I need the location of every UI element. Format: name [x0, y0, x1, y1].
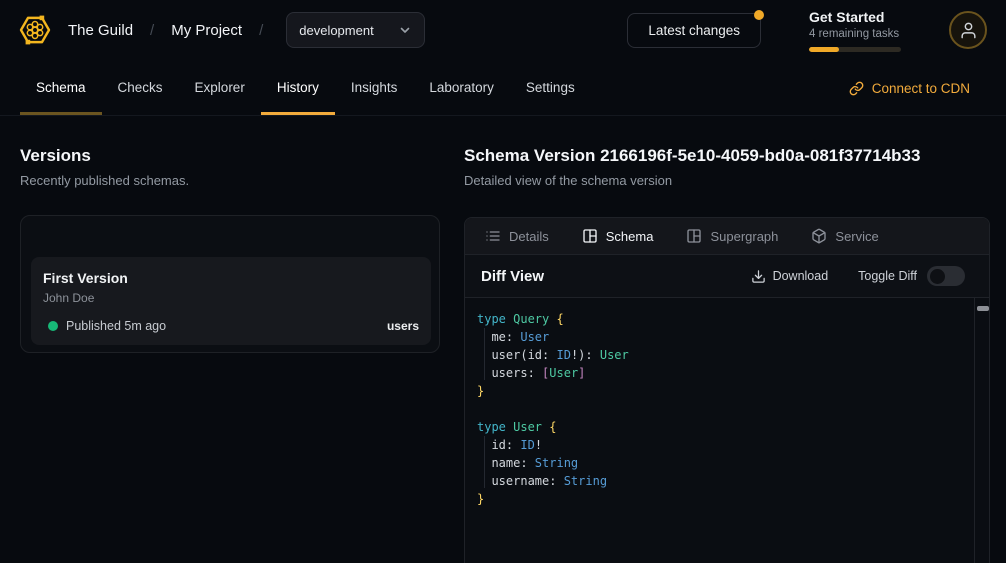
diff-view-title: Diff View: [481, 268, 544, 285]
tab-service[interactable]: Service: [811, 228, 878, 244]
get-started-progress: [809, 47, 901, 52]
link-icon: [849, 81, 864, 96]
avatar[interactable]: [949, 11, 987, 49]
schema-sdl-code: type Query { me: User user(id: ID!): Use…: [465, 298, 989, 563]
tab-label: Service: [835, 229, 878, 244]
version-meta-row: Published 5m ago users: [43, 319, 419, 333]
detail-tab-bar: Details Schema Supergraph: [465, 218, 989, 255]
versions-subtitle: Recently published schemas.: [20, 173, 189, 188]
nav-tab-checks[interactable]: Checks: [102, 60, 179, 115]
tab-underline: [20, 112, 102, 115]
box-icon: [811, 228, 827, 244]
notification-dot: [754, 10, 764, 20]
breadcrumb-separator: /: [259, 22, 263, 39]
latest-changes-button[interactable]: Latest changes: [627, 13, 761, 48]
versions-list: First Version John Doe Published 5m ago …: [20, 215, 440, 353]
tab-label: Details: [509, 229, 549, 244]
scrollbar-thumb[interactable]: [977, 306, 989, 311]
nav-tab-label: Explorer: [195, 80, 245, 95]
guild-logo-icon[interactable]: [16, 11, 54, 49]
nav-tab-label: Laboratory: [429, 80, 494, 95]
download-icon: [751, 269, 766, 284]
indent-guide: [484, 436, 485, 488]
nav-tab-laboratory[interactable]: Laboratory: [413, 60, 510, 115]
nav-tab-insights[interactable]: Insights: [335, 60, 414, 115]
nav-tab-label: Schema: [36, 80, 86, 95]
nav-tab-label: Settings: [526, 80, 575, 95]
nav-tab-label: Insights: [351, 80, 398, 95]
nav-tab-explorer[interactable]: Explorer: [179, 60, 261, 115]
get-started-title: Get Started: [809, 9, 901, 25]
target-selector-value: development: [299, 23, 373, 38]
tab-label: Supergraph: [710, 229, 778, 244]
code-lines: type Query { me: User user(id: ID!): Use…: [477, 310, 989, 508]
user-icon: [959, 21, 978, 40]
nav-tab-history[interactable]: History: [261, 60, 335, 115]
app-header: The Guild / My Project / development Lat…: [0, 0, 1006, 60]
nav-tab-label: Checks: [118, 80, 163, 95]
versions-title: Versions: [20, 146, 91, 166]
version-service-badge: users: [387, 319, 419, 333]
indent-guide: [484, 328, 485, 380]
schema-version-panel: Details Schema Supergraph: [464, 217, 990, 563]
tab-schema[interactable]: Schema: [582, 228, 654, 244]
nav-tab-settings[interactable]: Settings: [510, 60, 591, 115]
tab-details[interactable]: Details: [485, 228, 549, 244]
target-selector[interactable]: development: [286, 12, 424, 48]
version-list-item[interactable]: First Version John Doe Published 5m ago …: [31, 257, 431, 345]
tab-underline-active: [261, 112, 335, 115]
header-right-group: Latest changes Get Started 4 remaining t…: [627, 9, 987, 52]
diff-view-header: Diff View Download Toggle Diff: [465, 255, 989, 298]
published-status-dot: [48, 321, 58, 331]
toggle-diff-label: Toggle Diff: [858, 269, 917, 283]
schema-version-title: Schema Version 2166196f-5e10-4059-bd0a-0…: [464, 146, 920, 166]
schema-version-subtitle: Detailed view of the schema version: [464, 173, 672, 188]
project-link[interactable]: My Project: [171, 22, 242, 39]
nav-tab-schema[interactable]: Schema: [20, 60, 102, 115]
org-link[interactable]: The Guild: [68, 22, 133, 39]
download-button[interactable]: Download: [751, 269, 829, 284]
chevron-down-icon: [398, 23, 412, 37]
columns-icon: [582, 228, 598, 244]
get-started-subtitle: 4 remaining tasks: [809, 28, 901, 40]
code-scrollbar[interactable]: [974, 298, 989, 563]
target-nav: Schema Checks Explorer History Insights …: [0, 60, 1006, 116]
toggle-knob: [930, 269, 945, 284]
columns-icon: [686, 228, 702, 244]
progress-fill: [809, 47, 839, 52]
download-label: Download: [773, 269, 829, 283]
list-icon: [485, 228, 501, 244]
toggle-diff-switch[interactable]: [927, 266, 965, 286]
connect-to-cdn-link[interactable]: Connect to CDN: [849, 60, 970, 116]
version-name: First Version: [43, 270, 419, 286]
connect-to-cdn-label: Connect to CDN: [872, 81, 970, 96]
tab-supergraph[interactable]: Supergraph: [686, 228, 778, 244]
version-status: Published 5m ago: [66, 319, 166, 333]
latest-changes-label: Latest changes: [648, 23, 740, 38]
version-author: John Doe: [43, 291, 419, 305]
tab-label: Schema: [606, 229, 654, 244]
nav-tab-label: History: [277, 80, 319, 95]
get-started-widget[interactable]: Get Started 4 remaining tasks: [809, 9, 901, 52]
breadcrumb-separator: /: [150, 22, 154, 39]
